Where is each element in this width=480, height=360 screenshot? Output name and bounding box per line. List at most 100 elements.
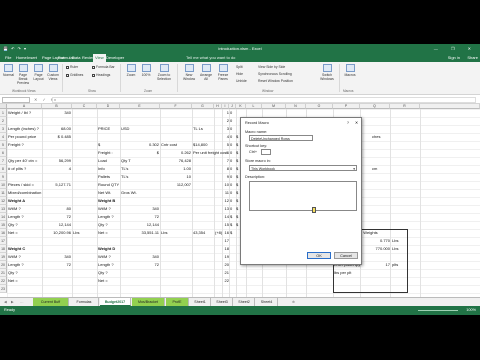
cell[interactable]: Pallets: [98, 173, 119, 181]
cell[interactable]: $: [121, 149, 159, 157]
cell[interactable]: 0.302: [121, 141, 159, 149]
sheet-tab-current-buff[interactable]: Current Buff: [33, 298, 69, 306]
cell[interactable]: Qty ?: [98, 221, 119, 229]
new-sheet-icon[interactable]: ⊕: [292, 298, 295, 306]
cell[interactable]: 5: [223, 141, 229, 149]
zoom-level[interactable]: 100%: [466, 306, 476, 315]
row-header[interactable]: 17: [0, 237, 7, 245]
row-header[interactable]: 5: [0, 141, 7, 149]
cell[interactable]: USD: [121, 125, 159, 133]
synchronous-scrolling-button[interactable]: Synchronous Scrolling: [258, 72, 292, 76]
row-header[interactable]: 21: [0, 269, 7, 277]
new-window-button[interactable]: New Window: [181, 62, 197, 81]
sheet-tab-sheet2[interactable]: Sheet2: [234, 298, 255, 306]
cell[interactable]: 16: [223, 229, 229, 237]
gridlines-checkbox[interactable]: ✓Gridlines: [66, 73, 83, 77]
ok-button[interactable]: OK: [307, 252, 331, 259]
cell[interactable]: 340: [121, 205, 159, 213]
cell[interactable]: Lbs: [161, 229, 191, 237]
cell[interactable]: 72: [121, 213, 159, 221]
cell[interactable]: Qty ?: [8, 221, 42, 229]
cell[interactable]: 18: [223, 245, 229, 253]
cell[interactable]: 4: [223, 133, 229, 141]
cell[interactable]: Length ?: [98, 213, 119, 221]
cell[interactable]: 12,144: [121, 221, 159, 229]
formula-input[interactable]: [52, 97, 476, 103]
cell[interactable]: 14: [223, 213, 229, 221]
cell[interactable]: 72: [43, 261, 71, 269]
sheet-nav-next-icon[interactable]: ▶: [11, 298, 14, 306]
row-header[interactable]: 23: [0, 285, 7, 293]
sheet-tab-profe[interactable]: ProfE: [166, 298, 189, 306]
cell[interactable]: Qty per 40' ctn =: [8, 157, 42, 165]
cell[interactable]: Freight ?: [8, 141, 42, 149]
cell[interactable]: 17: [223, 237, 229, 245]
cancel-button[interactable]: Cancel: [334, 252, 358, 259]
row-header[interactable]: 14: [0, 213, 7, 221]
headings-checkbox[interactable]: ✓Headings: [92, 73, 110, 77]
share-button[interactable]: Share: [467, 54, 478, 62]
cell[interactable]: TL's: [121, 165, 159, 173]
window-controls[interactable]: — ❐ ✕: [434, 44, 477, 53]
cell[interactable]: Weight D: [98, 245, 119, 253]
cell[interactable]: 0.262: [161, 149, 191, 157]
tab-file[interactable]: File: [3, 54, 13, 62]
cell[interactable]: 80: [43, 205, 71, 213]
cell[interactable]: 12,144: [43, 221, 71, 229]
custom-views-button[interactable]: Custom Views: [46, 62, 60, 81]
cell[interactable]: $: [230, 229, 236, 237]
cell[interactable]: 72: [43, 213, 71, 221]
sheet-tab-budget2017[interactable]: Budget2017: [100, 298, 131, 306]
cell[interactable]: 56,299: [43, 157, 71, 165]
row-header[interactable]: 6: [0, 149, 7, 157]
cell[interactable]: 0: [230, 109, 236, 117]
cell[interactable]: Cntr cost: [161, 141, 191, 149]
cell[interactable]: Info: [98, 165, 119, 173]
cell[interactable]: 10: [161, 173, 191, 181]
cell[interactable]: 340: [43, 109, 71, 117]
cell[interactable]: 4: [43, 165, 71, 173]
freeze-panes-button[interactable]: Freeze Panes: [215, 62, 231, 81]
cell[interactable]: 3: [223, 125, 229, 133]
cell[interactable]: Net Wt.: [98, 189, 119, 197]
cell[interactable]: Round QTY: [98, 181, 119, 189]
cell[interactable]: # of pllts ?: [8, 165, 42, 173]
cell[interactable]: Wt/M ?: [98, 253, 119, 261]
macros-button[interactable]: Macros: [343, 62, 357, 77]
cell[interactable]: Weight / lbl ?: [8, 109, 42, 117]
description-textarea[interactable]: [249, 181, 357, 211]
row-header[interactable]: 11: [0, 189, 7, 197]
cell[interactable]: Qty T: [121, 157, 159, 165]
hide-button[interactable]: Hide: [236, 72, 243, 76]
row-header[interactable]: 16: [0, 229, 7, 237]
cell[interactable]: 5,127.71: [43, 181, 71, 189]
row-header[interactable]: 7: [0, 157, 7, 165]
sheet-nav-more-icon[interactable]: …: [20, 298, 24, 306]
sign-in-link[interactable]: Sign in: [448, 54, 460, 62]
cell[interactable]: Wt/M ?: [98, 205, 119, 213]
cell[interactable]: 7: [223, 157, 229, 165]
row-header[interactable]: 13: [0, 205, 7, 213]
cell[interactable]: Length ?: [8, 261, 42, 269]
cell[interactable]: 8: [223, 165, 229, 173]
side-by-side-button[interactable]: View Side by Side: [258, 65, 285, 69]
sheet-tab-sheet4[interactable]: Sheet4: [256, 298, 278, 306]
row-header[interactable]: 3: [0, 125, 7, 133]
cell[interactable]: Mixed/combination loads: [8, 189, 42, 197]
cell[interactable]: 10,200.96: [43, 229, 71, 237]
row-header[interactable]: 18: [0, 245, 7, 253]
sheet-tab-mos-bracket[interactable]: Mos/Bracket: [132, 298, 165, 306]
cell[interactable]: Wt/M ?: [8, 253, 42, 261]
cell[interactable]: Weight B: [98, 197, 119, 205]
cell[interactable]: 76,428: [161, 157, 191, 165]
cell[interactable]: Gros Wt.: [121, 189, 159, 197]
cell[interactable]: 15: [223, 221, 229, 229]
switch-windows-button[interactable]: Switch Windows: [318, 62, 336, 81]
zoom-slider[interactable]: [418, 310, 458, 311]
row-header[interactable]: 19: [0, 253, 7, 261]
close-icon[interactable]: ✕: [355, 120, 358, 126]
cell[interactable]: 19: [223, 253, 229, 261]
cell[interactable]: Qty ?: [8, 269, 42, 277]
cell[interactable]: Load: [98, 157, 119, 165]
row-header[interactable]: 22: [0, 277, 7, 285]
